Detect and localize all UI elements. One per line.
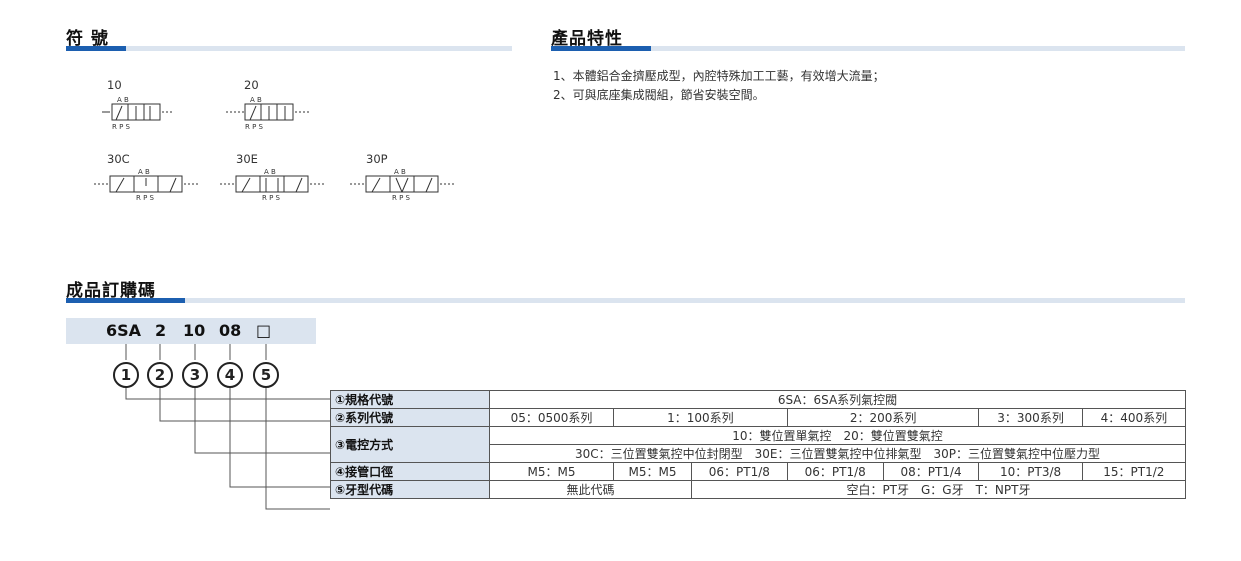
spec-row-series: ②系列代號 05：0500系列 1：100系列 2：200系列 3：300系列 …: [330, 408, 1187, 427]
spec-label: ③電控方式: [330, 426, 490, 463]
spec-row-thread: ⑤牙型代碼 無此代碼 空白：PT牙 G：G牙 T：NPT牙: [330, 480, 1187, 499]
spec-cell: 無此代碼: [489, 480, 692, 499]
spec-cell: 空白：PT牙 G：G牙 T：NPT牙: [690, 480, 1187, 499]
order-number-4: 4: [217, 362, 243, 388]
spec-row-port: ④接管口徑 M5：M5 M5：M5 06：PT1/8 06：PT1/8 08：P…: [330, 462, 1187, 481]
order-number-5: 5: [253, 362, 279, 388]
spec-label: ④接管口徑: [330, 462, 490, 481]
spec-label: ⑤牙型代碼: [330, 480, 490, 499]
spec-cell: 08：PT1/4: [882, 462, 980, 481]
spec-cell: 06：PT1/8: [690, 462, 788, 481]
spec-cell: 30C：三位置雙氣控中位封閉型 30E：三位置雙氣控中位排氣型 30P：三位置雙…: [489, 444, 1186, 463]
spec-cell: 1：100系列: [613, 408, 788, 427]
spec-cell: 10：PT3/8: [978, 462, 1083, 481]
spec-label: ①規格代號: [330, 390, 490, 409]
order-number-1: 1: [113, 362, 139, 388]
spec-cell: 4：400系列: [1081, 408, 1187, 427]
spec-cell: 05：0500系列: [488, 408, 615, 427]
spec-table: ①規格代號 6SA：6SA系列氣控閥 ②系列代號 05：0500系列 1：100…: [330, 390, 1187, 499]
spec-row-model: ①規格代號 6SA：6SA系列氣控閥: [330, 390, 1186, 409]
spec-row-control: ③電控方式 10：雙位置單氣控 20：雙位置雙氣控: [330, 426, 1186, 463]
spec-cell: 2：200系列: [786, 408, 980, 427]
spec-label: ②系列代號: [330, 408, 490, 427]
order-number-3: 3: [182, 362, 208, 388]
spec-cell: 06：PT1/8: [786, 462, 884, 481]
order-number-2: 2: [147, 362, 173, 388]
spec-cell: 15：PT1/2: [1081, 462, 1187, 481]
spec-cell: M5：M5: [488, 462, 615, 481]
spec-cell: 3：300系列: [978, 408, 1083, 427]
spec-cell: M5：M5: [613, 462, 692, 481]
spec-cell: 10：雙位置單氣控 20：雙位置雙氣控: [489, 426, 1186, 445]
spec-cell: 6SA：6SA系列氣控閥: [489, 390, 1186, 409]
